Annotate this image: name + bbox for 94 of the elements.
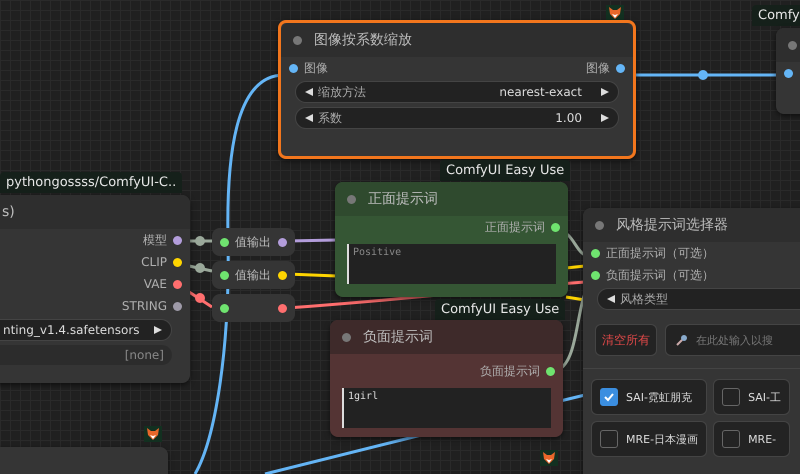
- left-arrow-icon[interactable]: [304, 87, 314, 97]
- slot-label: VAE: [144, 277, 167, 291]
- text-widget[interactable]: [none]: [0, 345, 172, 365]
- checkbox-icon[interactable]: [722, 430, 740, 448]
- style-selector-node[interactable]: 风格提示词选择器 正面提示词（可选） 负面提示词（可选） 风格类型 清空所有 在此处输入以搜 SAI-霓虹朋克 SAI-工 MRE-日本漫画 MRE-: [583, 208, 800, 474]
- prompt-node[interactable]: 正面提示词 正面提示词 Positive: [335, 182, 568, 297]
- combo-widget[interactable]: nting_v1.4.safetensors: [0, 319, 172, 341]
- input-slot-icon[interactable]: [220, 304, 229, 312]
- status-dot-icon: [347, 194, 356, 204]
- style-checkbox[interactable]: MRE-日本漫画: [591, 421, 708, 457]
- slot-label: 模型: [143, 232, 167, 248]
- status-dot-icon: [595, 220, 604, 230]
- checkbox-icon[interactable]: [722, 388, 740, 406]
- output-slot-icon[interactable]: [173, 258, 182, 266]
- prompt-field[interactable]: Positive: [347, 244, 556, 284]
- search-placeholder: 在此处输入以搜: [696, 332, 773, 348]
- wire-joint-icon[interactable]: [195, 263, 205, 273]
- input-slot-icon[interactable]: [220, 238, 229, 246]
- input-slot-icon[interactable]: [784, 68, 793, 78]
- node-badge: Comfy: [752, 5, 800, 26]
- fox-icon: [540, 450, 558, 466]
- checkbox-label: MRE-日本漫画: [626, 432, 698, 446]
- node-title: 正面提示词: [368, 190, 438, 208]
- node-title: 负面提示词: [363, 328, 433, 346]
- checkbox-label: SAI-霓虹朋克: [626, 390, 692, 404]
- checkbox-label: SAI-工: [748, 390, 781, 404]
- status-dot-icon: [788, 40, 797, 50]
- style-checkbox[interactable]: SAI-霓虹朋克: [591, 379, 708, 415]
- input-slot-icon[interactable]: [289, 64, 298, 72]
- slot-label: 正面提示词（可选）: [606, 244, 714, 262]
- slot-label: 值输出: [235, 234, 272, 250]
- output-slot-icon[interactable]: [546, 366, 555, 376]
- slot-label: 正面提示词: [485, 218, 545, 236]
- style-checkbox[interactable]: MRE-: [713, 421, 790, 457]
- output-slot-icon[interactable]: [616, 64, 625, 72]
- checkbox-icon[interactable]: [600, 430, 618, 448]
- wire-joint-icon[interactable]: [195, 236, 205, 246]
- input-slot-icon[interactable]: [591, 248, 600, 258]
- slot-label: 图像: [304, 60, 328, 76]
- right-arrow-icon[interactable]: [600, 87, 610, 97]
- prompt-node[interactable]: 负面提示词 负面提示词 1girl: [330, 320, 563, 437]
- wire-joint-icon[interactable]: [698, 70, 708, 80]
- wire-joint-icon[interactable]: [195, 293, 205, 303]
- combo-widget[interactable]: 缩放方法 nearest-exact: [295, 81, 619, 103]
- checkbox-label: MRE-: [748, 432, 776, 446]
- output-slot-icon[interactable]: [173, 236, 182, 244]
- slot-label: 负面提示词（可选）: [606, 266, 714, 284]
- slot-label: 图像: [586, 60, 610, 76]
- reroute-node[interactable]: 值输出: [212, 261, 295, 289]
- reroute-node[interactable]: 值输出: [212, 228, 295, 256]
- prompt-field[interactable]: 1girl: [342, 388, 551, 428]
- left-arrow-icon[interactable]: [304, 113, 314, 123]
- reroute-node[interactable]: [212, 294, 295, 322]
- scale-node[interactable]: 图像按系数缩放 图像 图像 缩放方法 nearest-exact 系数 1.00: [278, 20, 636, 159]
- widget-value: nearest-exact: [499, 85, 582, 99]
- fox-icon: [144, 426, 162, 442]
- output-slot-icon[interactable]: [173, 280, 182, 288]
- node-title: 图像按系数缩放: [314, 31, 412, 49]
- widget-label: 系数: [318, 110, 342, 126]
- slot-label: STRING: [122, 299, 167, 313]
- status-dot-icon: [342, 332, 351, 342]
- checkbox-icon[interactable]: [600, 388, 618, 406]
- output-slot-icon[interactable]: [173, 302, 182, 310]
- search-field[interactable]: 在此处输入以搜: [665, 324, 800, 356]
- left-arrow-icon[interactable]: [606, 294, 616, 304]
- status-dot-icon: [293, 36, 302, 44]
- right-arrow-icon[interactable]: [153, 325, 163, 335]
- output-slot-icon[interactable]: [278, 270, 287, 280]
- node-badge: ComfyUI Easy Use: [440, 160, 570, 181]
- output-slot-icon[interactable]: [278, 238, 287, 246]
- slot-label: CLIP: [141, 255, 167, 269]
- input-slot-icon[interactable]: [220, 270, 229, 280]
- combo-widget[interactable]: 系数 1.00: [295, 107, 619, 129]
- loader-node[interactable]: s) 模型 CLIP VAE STRING nting_v1.4.safetensors [none]: [0, 195, 190, 383]
- widget-label: 风格类型: [620, 290, 668, 308]
- fox-icon: [606, 5, 624, 21]
- node-title: 风格提示词选择器: [616, 216, 728, 234]
- node-title: s): [2, 204, 15, 220]
- node-canvas[interactable]: [0, 0, 800, 474]
- slot-label: 值输出: [235, 266, 272, 284]
- input-slot-icon[interactable]: [591, 270, 600, 280]
- node-badge: ComfyUI Easy Use: [435, 299, 566, 320]
- node-badge: pythongossss/ComfyUI-C..: [0, 172, 182, 193]
- widget-label: 缩放方法: [318, 84, 366, 100]
- combo-widget[interactable]: 风格类型: [597, 288, 800, 310]
- output-slot-icon[interactable]: [278, 304, 287, 312]
- output-slot-icon[interactable]: [551, 222, 560, 232]
- clear-all-button[interactable]: 清空所有: [595, 324, 657, 356]
- slot-label: 负面提示词: [480, 362, 540, 380]
- style-checkbox[interactable]: SAI-工: [713, 379, 790, 415]
- widget-value: 1.00: [555, 111, 582, 125]
- widget-value: nting_v1.4.safetensors: [3, 323, 140, 337]
- right-arrow-icon[interactable]: [600, 113, 610, 123]
- search-icon: [676, 334, 688, 346]
